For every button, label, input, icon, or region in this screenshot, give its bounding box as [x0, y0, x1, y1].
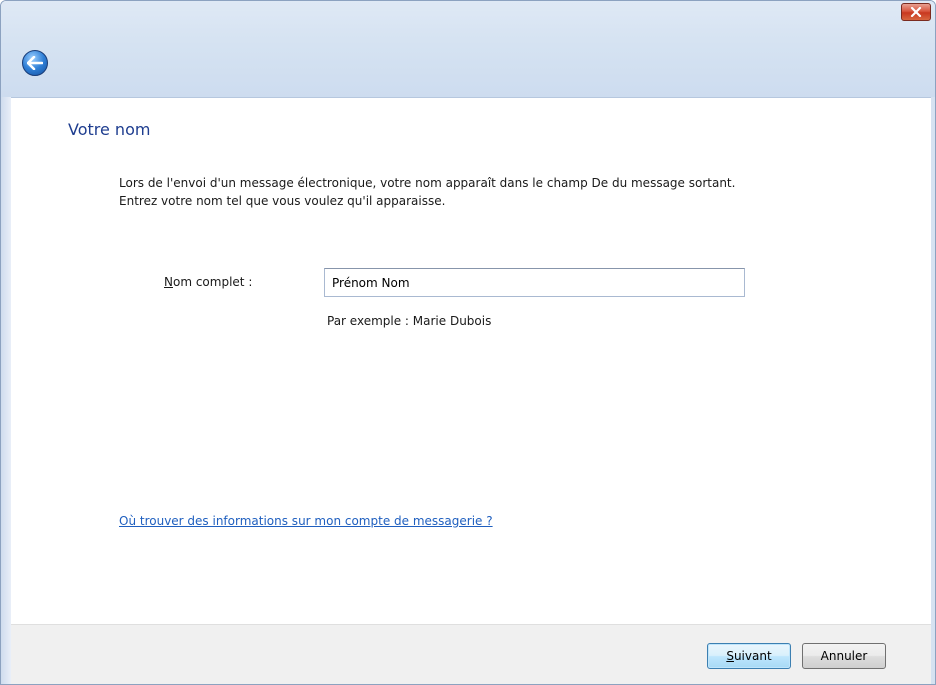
back-arrow-icon [27, 56, 43, 70]
page-description: Lors de l'envoi d'un message électroniqu… [119, 174, 899, 210]
full-name-label-text: om complet : [172, 275, 253, 289]
full-name-label: Nom complet : [164, 275, 252, 289]
next-button[interactable]: Suivant [707, 643, 791, 669]
account-info-help-link[interactable]: Où trouver des informations sur mon comp… [119, 514, 493, 528]
description-line-1: Lors de l'envoi d'un message électroniqu… [119, 176, 736, 190]
full-name-label-mnemonic: N [164, 275, 173, 289]
close-icon [910, 7, 922, 17]
left-frame-edge [1, 97, 11, 684]
full-name-input[interactable] [324, 268, 745, 297]
close-button[interactable] [901, 3, 931, 21]
dialog-window: Votre nom Lors de l'envoi d'un message é… [0, 0, 936, 685]
description-line-2: Entrez votre nom tel que vous voulez qu'… [119, 194, 446, 208]
wizard-content: Votre nom Lors de l'envoi d'un message é… [11, 98, 931, 624]
title-bar [1, 1, 935, 98]
page-title: Votre nom [68, 120, 151, 139]
cancel-button[interactable]: Annuler [802, 643, 886, 669]
next-button-mnemonic: S [726, 649, 734, 663]
right-frame-edge [931, 97, 935, 684]
back-button[interactable] [22, 50, 48, 76]
dialog-footer: Suivant Annuler [11, 624, 931, 684]
next-button-label: uivant [733, 649, 772, 663]
full-name-hint: Par exemple : Marie Dubois [327, 314, 492, 328]
